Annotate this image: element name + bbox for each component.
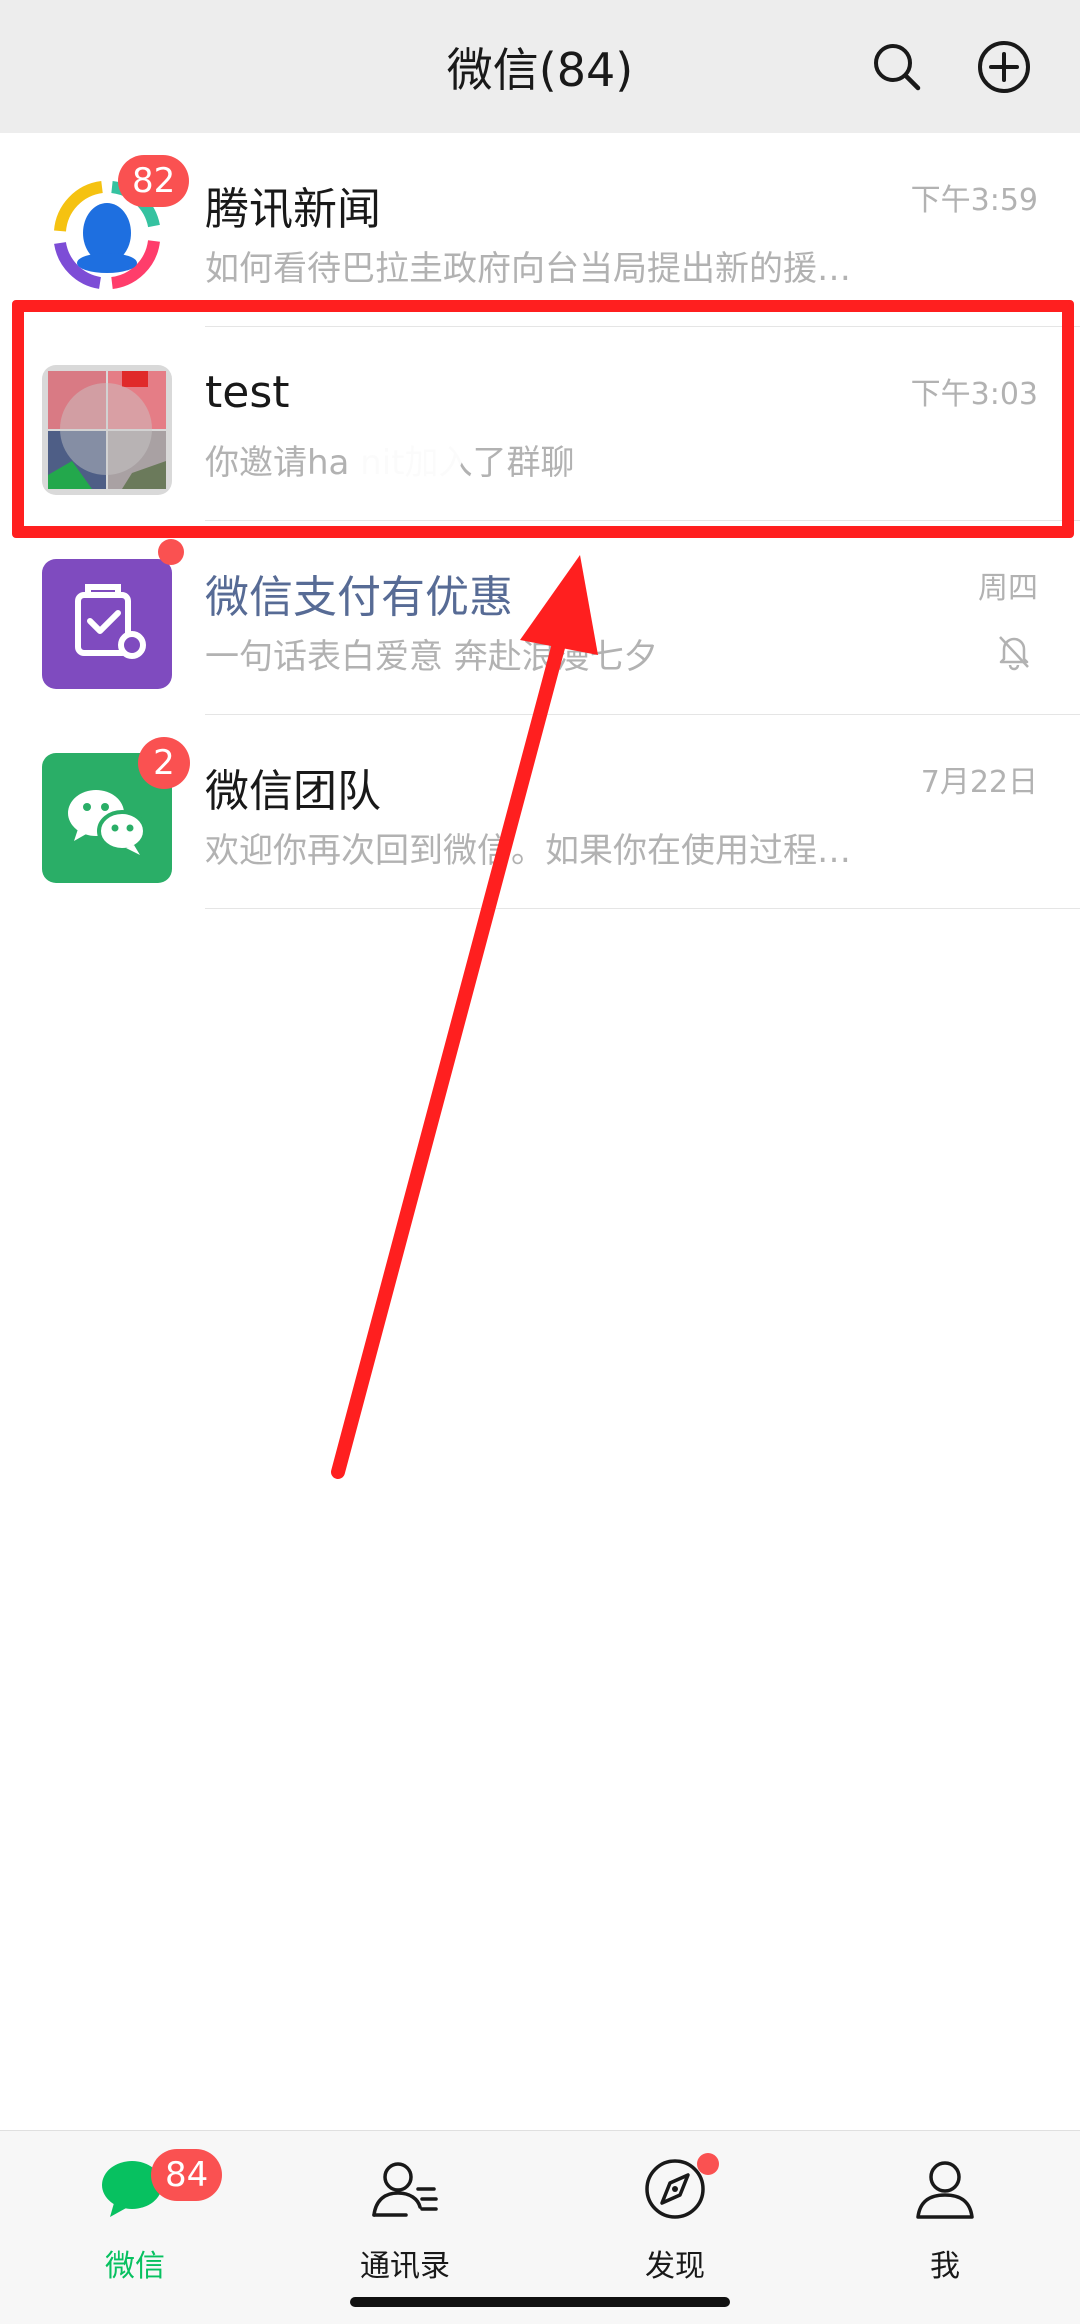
chat-preview: 如何看待巴拉圭政府向台当局提出新的援… (205, 249, 851, 289)
tab-discover[interactable]: 发现 (595, 2149, 755, 2289)
chat-time: 周四 (978, 571, 1038, 606)
chat-name: 微信团队 (205, 766, 381, 817)
chat-time: 下午3:59 (910, 183, 1038, 218)
tab-label: 通讯录 (360, 2249, 450, 2284)
tab-unread-badge: 84 (151, 2149, 223, 2201)
tab-contacts[interactable]: 通讯录 (325, 2149, 485, 2289)
tab-unread-dot (697, 2153, 719, 2175)
home-indicator (350, 2297, 730, 2307)
chat-preview: 欢迎你再次回到微信。如果你在使用过程… (205, 831, 851, 871)
tab-label: 微信 (105, 2249, 165, 2284)
plus-circle-icon[interactable] (977, 40, 1031, 94)
contacts-icon (372, 2162, 438, 2217)
divider (205, 908, 1080, 909)
chat-name: 微信支付有优惠 (205, 572, 513, 623)
me-icon (916, 2161, 974, 2219)
tab-label: 发现 (645, 2249, 705, 2284)
tab-chats[interactable]: 84 微信 (55, 2149, 223, 2289)
bottom-tab-bar: 84 微信 通讯录 发现 我 (0, 2130, 1080, 2324)
chat-item-wechat-pay[interactable]: 微信支付有优惠 一句话表白爱意 奔赴浪漫七夕 周四 (0, 521, 1080, 715)
chat-item-wechat-team[interactable]: 2 微信团队 欢迎你再次回到微信。如果你在使用过程… 7月22日 (0, 715, 1080, 909)
unread-dot (158, 539, 184, 565)
tab-me[interactable]: 我 (865, 2149, 1025, 2289)
tab-label: 我 (930, 2249, 960, 2284)
mute-bell-icon (999, 636, 1029, 671)
top-bar: 微信(84) (0, 0, 1080, 133)
unread-badge: 82 (118, 155, 190, 207)
highlight-box-annotation (12, 300, 1074, 538)
chat-preview: 一句话表白爱意 奔赴浪漫七夕 (205, 637, 658, 677)
chat-item-tencent-news[interactable]: 82 腾讯新闻 如何看待巴拉圭政府向台当局提出新的援… 下午3:59 (0, 133, 1080, 327)
wechat-pay-coupon-icon (42, 559, 172, 689)
chat-name: 腾讯新闻 (205, 184, 381, 235)
unread-badge: 2 (138, 737, 190, 789)
chat-time: 7月22日 (920, 765, 1038, 800)
search-icon[interactable] (870, 40, 924, 94)
